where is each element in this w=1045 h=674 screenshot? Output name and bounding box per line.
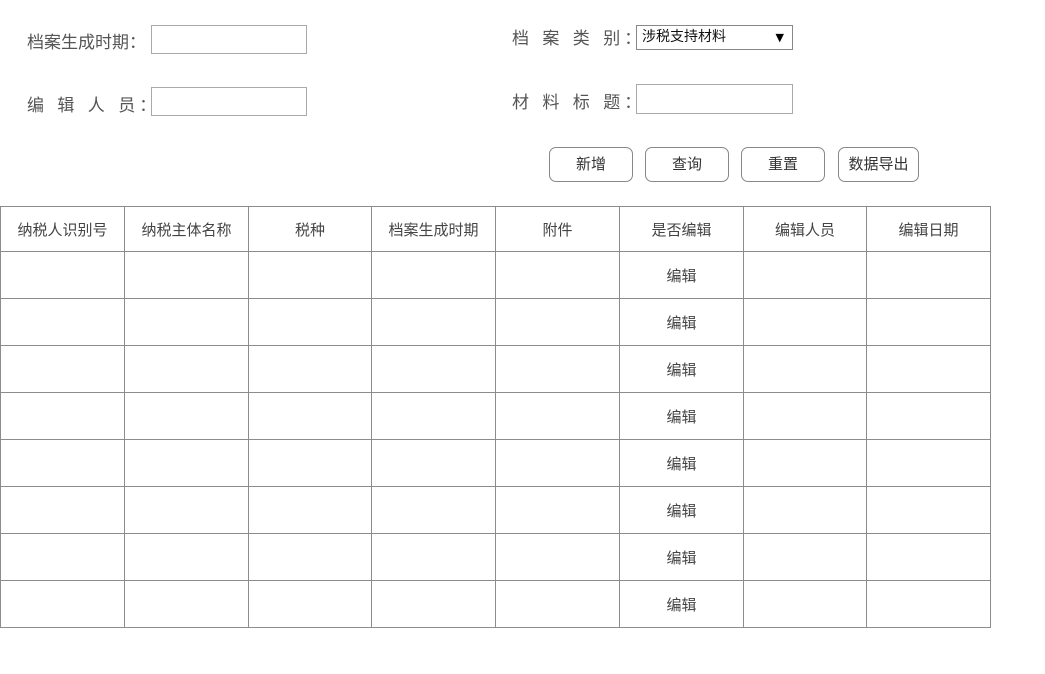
table-cell [371, 533, 496, 581]
table-cell [0, 533, 125, 581]
table-cell [495, 298, 620, 346]
column-header-taxpayer-name: 纳税主体名称 [124, 206, 249, 252]
archive-type-selected-value: 涉税支持材料 [642, 29, 726, 45]
table-cell [124, 439, 249, 487]
table-cell [743, 251, 867, 299]
table-cell [0, 486, 125, 534]
table-cell [743, 580, 867, 628]
table-cell [743, 533, 867, 581]
table-row: 编辑 [0, 439, 991, 487]
table-cell [0, 392, 125, 440]
column-header-tax-type: 税种 [248, 206, 372, 252]
column-header-editor: 编辑人员 [743, 206, 867, 252]
table-cell [495, 392, 620, 440]
table-cell [495, 533, 620, 581]
table-cell [248, 580, 372, 628]
table-cell [495, 251, 620, 299]
archive-type-select[interactable]: 涉税支持材料 ▼ [636, 25, 793, 50]
table-cell [743, 486, 867, 534]
table-row: 编辑 [0, 486, 991, 534]
editor-label: 编 辑 人 员： [27, 96, 161, 116]
editor-input[interactable] [151, 87, 307, 116]
table-cell [248, 439, 372, 487]
table-cell [124, 533, 249, 581]
table-cell [866, 486, 991, 534]
table-cell [124, 486, 249, 534]
add-button[interactable]: 新增 [549, 147, 633, 182]
table-row: 编辑 [0, 345, 991, 393]
column-header-attachment: 附件 [495, 206, 620, 252]
table-cell [371, 486, 496, 534]
edit-link[interactable]: 编辑 [619, 298, 744, 346]
table-cell [0, 298, 125, 346]
table-cell [0, 439, 125, 487]
table-cell [866, 345, 991, 393]
edit-link[interactable]: 编辑 [619, 580, 744, 628]
table-cell [0, 345, 125, 393]
table-cell [124, 298, 249, 346]
table-row: 编辑 [0, 298, 991, 346]
table-row: 编辑 [0, 251, 991, 299]
table-cell [124, 345, 249, 393]
table-cell [495, 345, 620, 393]
column-header-taxpayer-id: 纳税人识别号 [0, 206, 125, 252]
table-cell [866, 251, 991, 299]
table-cell [743, 439, 867, 487]
table-cell [248, 345, 372, 393]
table-cell [866, 580, 991, 628]
table-cell [371, 298, 496, 346]
table-row: 编辑 [0, 533, 991, 581]
table-cell [248, 486, 372, 534]
table-cell [371, 392, 496, 440]
archive-table: 纳税人识别号 纳税主体名称 税种 档案生成时期 附件 是否编辑 编辑人员 编辑日… [0, 206, 991, 628]
edit-link[interactable]: 编辑 [619, 251, 744, 299]
table-cell [866, 533, 991, 581]
table-cell [371, 580, 496, 628]
table-cell [495, 439, 620, 487]
table-cell [866, 392, 991, 440]
column-header-edit-date: 编辑日期 [866, 206, 991, 252]
table-cell [495, 580, 620, 628]
archive-date-input[interactable] [151, 25, 307, 54]
table-cell [371, 251, 496, 299]
table-cell [248, 533, 372, 581]
table-cell [248, 298, 372, 346]
edit-link[interactable]: 编辑 [619, 439, 744, 487]
archive-type-label: 档 案 类 别： [512, 29, 646, 49]
table-cell [743, 298, 867, 346]
table-header-row: 纳税人识别号 纳税主体名称 税种 档案生成时期 附件 是否编辑 编辑人员 编辑日… [0, 206, 991, 252]
table-cell [866, 439, 991, 487]
table-body: 编辑 编辑 编辑 编辑 编辑 编辑 编辑 编辑 [0, 251, 991, 628]
table-row: 编辑 [0, 392, 991, 440]
export-button[interactable]: 数据导出 [838, 147, 919, 182]
column-header-editable: 是否编辑 [619, 206, 744, 252]
material-title-label: 材 料 标 题： [512, 93, 646, 113]
table-cell [371, 439, 496, 487]
table-cell [124, 251, 249, 299]
table-cell [866, 298, 991, 346]
query-button[interactable]: 查询 [645, 147, 729, 182]
table-cell [124, 580, 249, 628]
table-cell [0, 251, 125, 299]
table-cell [743, 345, 867, 393]
archive-date-label: 档案生成时期： [27, 33, 146, 53]
table-row: 编辑 [0, 580, 991, 628]
reset-button[interactable]: 重置 [741, 147, 825, 182]
table-cell [124, 392, 249, 440]
table-cell [248, 392, 372, 440]
table-cell [743, 392, 867, 440]
edit-link[interactable]: 编辑 [619, 486, 744, 534]
table-cell [0, 580, 125, 628]
dropdown-arrow-icon: ▼ [775, 31, 784, 44]
edit-link[interactable]: 编辑 [619, 392, 744, 440]
edit-link[interactable]: 编辑 [619, 345, 744, 393]
table-cell [248, 251, 372, 299]
edit-link[interactable]: 编辑 [619, 533, 744, 581]
table-cell [371, 345, 496, 393]
table-cell [495, 486, 620, 534]
material-title-input[interactable] [636, 84, 793, 114]
column-header-archive-date: 档案生成时期 [371, 206, 496, 252]
